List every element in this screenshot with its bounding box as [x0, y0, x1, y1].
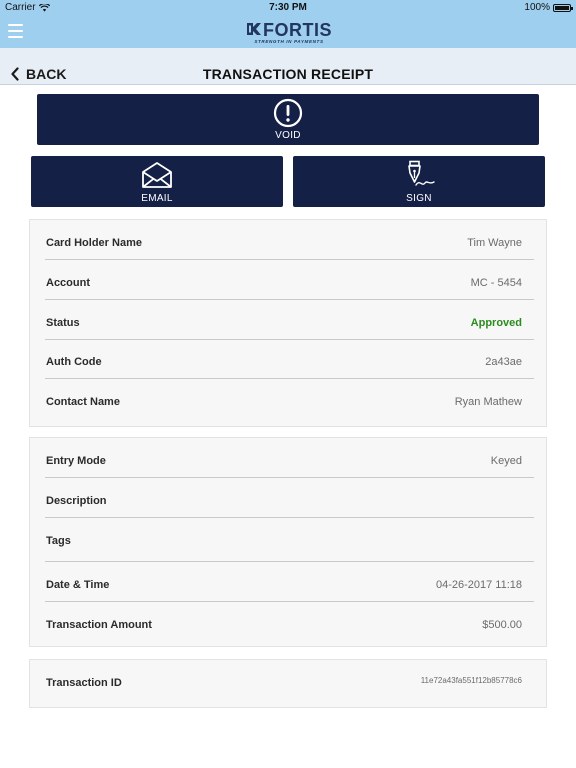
transaction-id-card: Transaction ID 11e72a43fa551f12b85778c6	[29, 659, 547, 708]
status-bar: Carrier 7:30 PM 100%	[0, 0, 576, 16]
payment-details-card: Entry Mode Keyed Description Tags Date &…	[29, 437, 547, 647]
transaction-id-label: Transaction ID	[46, 677, 122, 689]
auth-code-value: 2a43ae	[485, 356, 522, 368]
account-label: Account	[46, 277, 90, 289]
void-button[interactable]: VOID	[37, 94, 539, 145]
email-button[interactable]: EMAIL	[31, 156, 283, 207]
datetime-label: Date & Time	[46, 579, 110, 591]
logo-tagline: STRENGTH IN PAYMENTS	[254, 39, 324, 44]
divider-line	[45, 299, 534, 300]
battery-icon	[553, 3, 573, 12]
clock: 7:30 PM	[269, 2, 307, 13]
app-header: FORTIS STRENGTH IN PAYMENTS	[0, 16, 576, 48]
status-label: Status	[46, 317, 80, 329]
logo-wordmark: FORTIS	[263, 20, 332, 40]
menu-icon[interactable]	[8, 24, 23, 38]
divider-line	[45, 339, 534, 340]
nav-bar: BACK TRANSACTION RECEIPT	[0, 48, 576, 85]
battery-percent: 100%	[524, 2, 550, 13]
exclamation-circle-icon	[273, 98, 303, 128]
pen-signature-icon	[408, 160, 435, 186]
card-holder-label: Card Holder Name	[46, 237, 142, 249]
divider-line	[45, 259, 534, 260]
description-label: Description	[46, 495, 107, 507]
fortis-logo-mark-icon	[247, 23, 261, 35]
envelope-open-icon	[142, 162, 172, 188]
divider-line	[45, 378, 534, 379]
datetime-value: 04-26-2017 11:18	[435, 579, 522, 591]
sign-button[interactable]: SIGN	[293, 156, 545, 207]
amount-label: Transaction Amount	[46, 619, 152, 631]
battery-indicator: 100%	[524, 2, 573, 13]
email-label: EMAIL	[141, 193, 173, 204]
entry-mode-value: Keyed	[490, 455, 522, 467]
tags-label: Tags	[46, 535, 71, 547]
transaction-details-card: Card Holder Name Tim Wayne Account MC - …	[29, 219, 547, 427]
contact-label: Contact Name	[46, 396, 120, 408]
sign-label: SIGN	[406, 193, 432, 204]
contact-value: Ryan Mathew	[454, 396, 522, 408]
divider-line	[45, 517, 534, 518]
transaction-id-value: 11e72a43fa551f12b85778c6	[420, 676, 522, 685]
divider-line	[45, 561, 534, 562]
fortis-logo: FORTIS STRENGTH IN PAYMENTS	[246, 19, 336, 45]
account-value: MC - 5454	[470, 277, 522, 289]
divider-line	[45, 601, 534, 602]
auth-code-label: Auth Code	[46, 356, 102, 368]
amount-value: $500.00	[482, 619, 522, 631]
status-badge: Approved	[470, 317, 522, 329]
void-label: VOID	[275, 130, 301, 141]
card-holder-value: Tim Wayne	[467, 237, 522, 249]
divider-line	[45, 477, 534, 478]
entry-mode-label: Entry Mode	[46, 455, 106, 467]
page-title: TRANSACTION RECEIPT	[202, 66, 374, 82]
